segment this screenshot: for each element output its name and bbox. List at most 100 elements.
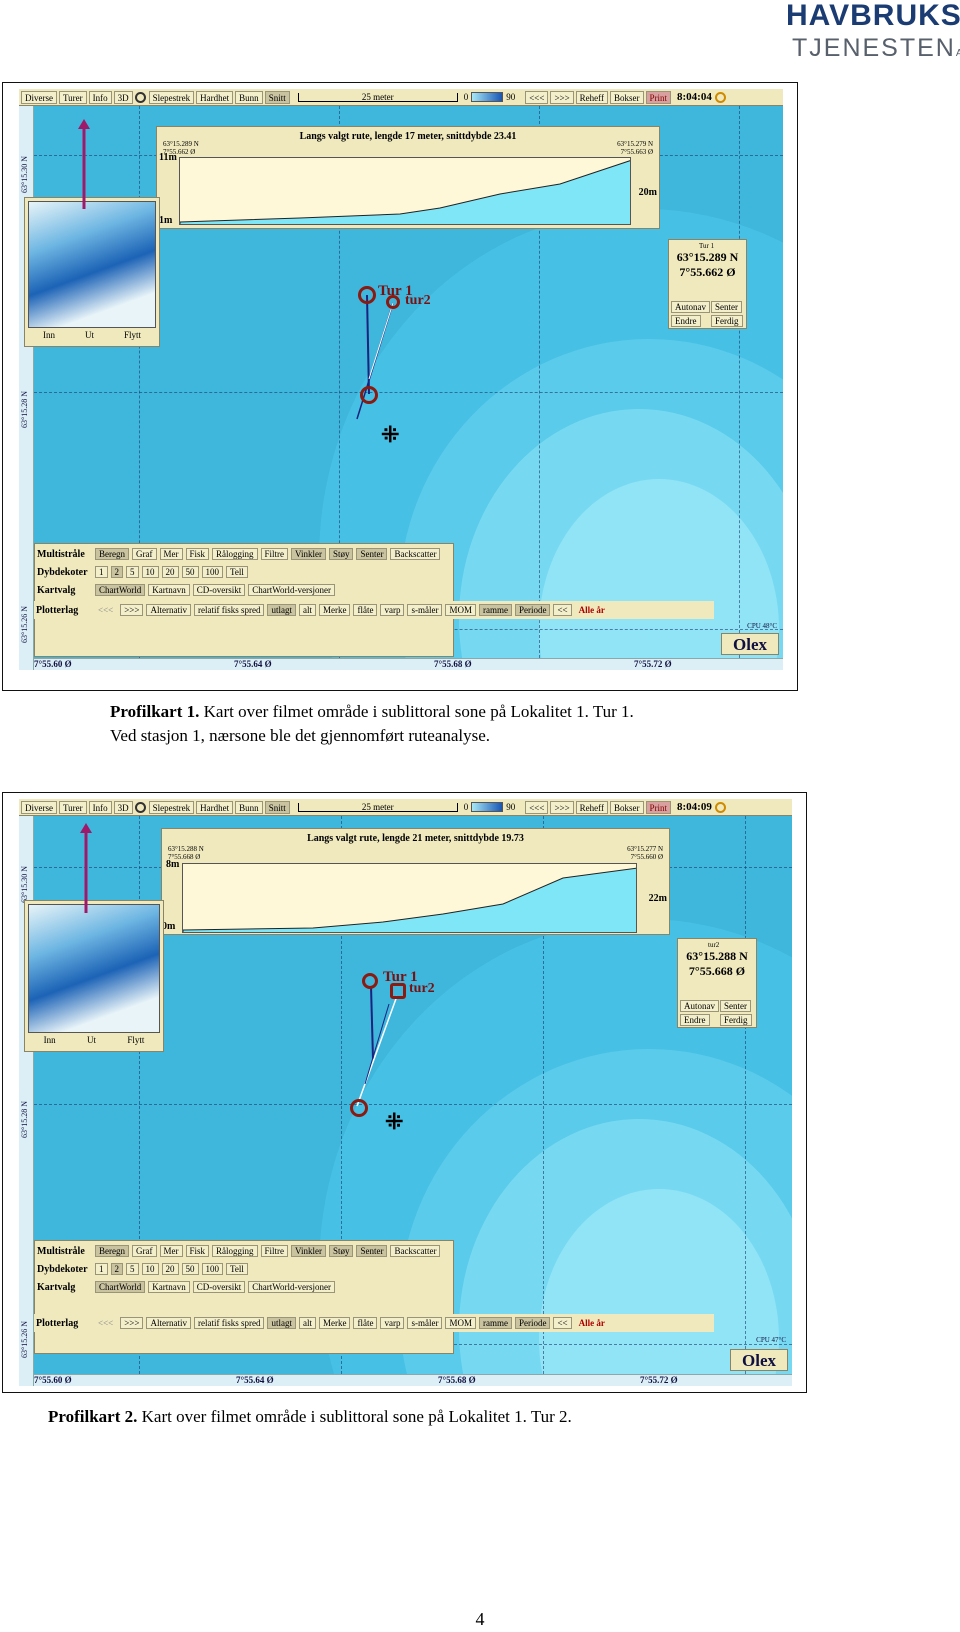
- contour-btn[interactable]: Tell: [226, 1263, 248, 1275]
- endre-button[interactable]: Endre: [671, 315, 701, 327]
- menu-snitt[interactable]: Snitt: [264, 90, 290, 104]
- plot-btn[interactable]: flåte: [353, 1317, 378, 1329]
- zoom-in-button[interactable]: Inn: [43, 330, 55, 344]
- plot-btn[interactable]: <<<: [94, 604, 117, 616]
- menu-info[interactable]: Info: [88, 90, 112, 104]
- multi-btn[interactable]: Beregn: [95, 1245, 129, 1257]
- track-start-marker[interactable]: [362, 973, 378, 989]
- reset-button[interactable]: Reheff: [575, 90, 608, 104]
- senter-button[interactable]: Senter: [720, 1000, 751, 1012]
- plot-btn[interactable]: relatif fisks spred: [193, 604, 265, 616]
- menu-3d[interactable]: 3D: [113, 800, 133, 814]
- menu-slepestrek[interactable]: Slepestrek: [148, 90, 195, 104]
- multi-btn[interactable]: Backscatter: [390, 548, 441, 560]
- sun-icon[interactable]: [134, 91, 146, 103]
- contour-btn[interactable]: 1: [95, 566, 108, 578]
- zoom-out-button[interactable]: Ut: [85, 330, 94, 344]
- autonav-button[interactable]: Autonav: [680, 1000, 719, 1012]
- track-end-marker[interactable]: [350, 1099, 368, 1117]
- plot-btn[interactable]: alt: [298, 604, 316, 616]
- plot-btn[interactable]: <<<: [94, 1317, 117, 1329]
- chart-btn[interactable]: ChartWorld: [95, 584, 146, 596]
- multi-btn[interactable]: Beregn: [95, 548, 129, 560]
- back-button[interactable]: <<<: [525, 90, 549, 104]
- menu-info[interactable]: Info: [88, 800, 112, 814]
- menu-bunn[interactable]: Bunn: [235, 90, 263, 104]
- menu-turer[interactable]: Turer: [59, 90, 87, 104]
- contour-btn[interactable]: 20: [161, 1263, 179, 1275]
- plot-btn[interactable]: Periode: [514, 1317, 551, 1329]
- track-start-marker[interactable]: [358, 286, 376, 304]
- multi-btn[interactable]: Fisk: [185, 548, 210, 560]
- contour-btn[interactable]: 5: [126, 566, 139, 578]
- plot-btn[interactable]: ramme: [478, 604, 512, 616]
- endre-button[interactable]: Endre: [680, 1014, 710, 1026]
- back-button[interactable]: <<<: [525, 800, 549, 814]
- menu-turer[interactable]: Turer: [59, 800, 87, 814]
- overview-map[interactable]: [28, 904, 160, 1033]
- contour-btn[interactable]: 2: [110, 566, 123, 578]
- plot-btn[interactable]: Alternativ: [146, 1317, 191, 1329]
- ferdig-button[interactable]: Ferdig: [720, 1014, 752, 1026]
- contour-btn[interactable]: 5: [126, 1263, 139, 1275]
- multi-btn[interactable]: Graf: [132, 548, 157, 560]
- zoom-out-button[interactable]: Ut: [87, 1035, 96, 1049]
- plot-btn[interactable]: alt: [298, 1317, 316, 1329]
- plot-btn[interactable]: >>>: [120, 604, 144, 616]
- multi-btn[interactable]: Filtre: [260, 1245, 289, 1257]
- plot-btn[interactable]: s-måler: [407, 1317, 443, 1329]
- print-button[interactable]: Print: [645, 800, 672, 814]
- menu-diverse[interactable]: Diverse: [21, 800, 57, 814]
- plot-btn[interactable]: varp: [380, 604, 405, 616]
- contour-btn[interactable]: Tell: [226, 566, 248, 578]
- multi-btn[interactable]: Senter: [356, 548, 388, 560]
- sun-icon[interactable]: [714, 91, 726, 103]
- ferdig-button[interactable]: Ferdig: [711, 315, 743, 327]
- plot-btn[interactable]: <<: [553, 1317, 572, 1329]
- plot-btn[interactable]: MOM: [445, 604, 476, 616]
- contour-btn[interactable]: 1: [95, 1263, 108, 1275]
- plot-btn[interactable]: Merke: [318, 1317, 351, 1329]
- multi-btn[interactable]: Fisk: [185, 1245, 210, 1257]
- contour-btn[interactable]: 10: [141, 1263, 159, 1275]
- chart-btn[interactable]: ChartWorld-versjoner: [248, 1281, 336, 1293]
- contour-btn[interactable]: 100: [201, 1263, 223, 1275]
- plot-btn[interactable]: utlagt: [267, 1317, 296, 1329]
- sun-icon[interactable]: [714, 801, 726, 813]
- contour-btn[interactable]: 2: [110, 1263, 123, 1275]
- menu-3d[interactable]: 3D: [113, 90, 133, 104]
- chart-btn[interactable]: Kartnavn: [148, 1281, 190, 1293]
- contour-btn[interactable]: 100: [201, 566, 223, 578]
- zoom-in-button[interactable]: Inn: [44, 1035, 56, 1049]
- menu-hardhet[interactable]: Hardhet: [196, 800, 234, 814]
- multi-btn[interactable]: Rålogging: [212, 1245, 258, 1257]
- plot-btn[interactable]: Periode: [514, 604, 551, 616]
- menu-hardhet[interactable]: Hardhet: [196, 90, 234, 104]
- plot-btn[interactable]: utlagt: [267, 604, 296, 616]
- sun-icon[interactable]: [134, 801, 146, 813]
- contour-btn[interactable]: 50: [181, 566, 199, 578]
- bokser-button[interactable]: Bokser: [610, 800, 644, 814]
- chart-btn[interactable]: ChartWorld: [95, 1281, 146, 1293]
- menu-snitt[interactable]: Snitt: [264, 800, 290, 814]
- plot-btn[interactable]: MOM: [445, 1317, 476, 1329]
- plot-btn[interactable]: varp: [380, 1317, 405, 1329]
- contour-btn[interactable]: 50: [181, 1263, 199, 1275]
- chart-btn[interactable]: CD-oversikt: [192, 584, 246, 596]
- forward-button[interactable]: >>>: [550, 90, 574, 104]
- plot-btn[interactable]: >>>: [120, 1317, 144, 1329]
- multi-btn[interactable]: Støy: [328, 548, 354, 560]
- move-button[interactable]: Flytt: [127, 1035, 144, 1049]
- menu-diverse[interactable]: Diverse: [21, 90, 57, 104]
- overview-map[interactable]: [28, 201, 156, 328]
- plot-btn[interactable]: s-måler: [407, 604, 443, 616]
- plot-btn[interactable]: flåte: [353, 604, 378, 616]
- autonav-button[interactable]: Autonav: [671, 301, 710, 313]
- chart-btn[interactable]: ChartWorld-versjoner: [248, 584, 336, 596]
- forward-button[interactable]: >>>: [550, 800, 574, 814]
- multi-btn[interactable]: Støy: [328, 1245, 354, 1257]
- contour-btn[interactable]: 10: [141, 566, 159, 578]
- menu-slepestrek[interactable]: Slepestrek: [148, 800, 195, 814]
- track-end-marker[interactable]: [360, 386, 378, 404]
- multi-btn[interactable]: Senter: [356, 1245, 388, 1257]
